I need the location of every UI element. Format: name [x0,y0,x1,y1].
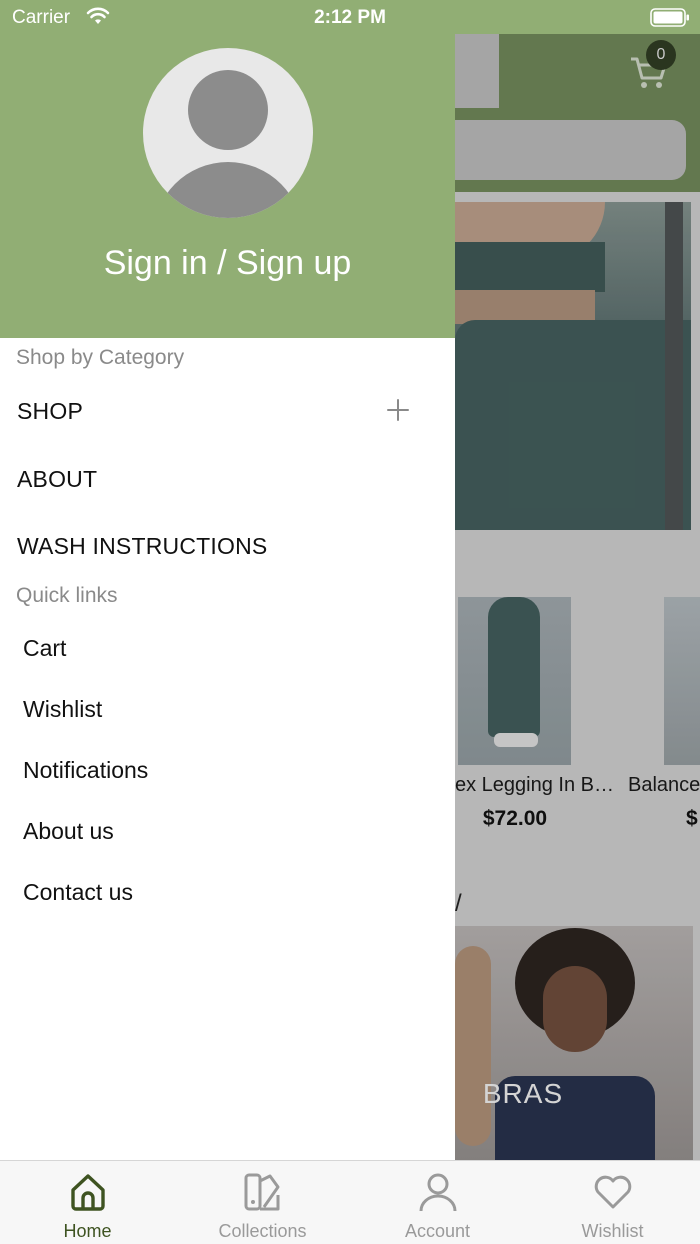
tab-collections[interactable]: Collections [175,1161,350,1244]
tab-label: Home [63,1221,112,1241]
drawer-header: Sign in / Sign up [0,34,455,338]
quick-link-label: Contact us [23,879,133,905]
quick-link-cart[interactable]: Cart [0,625,455,671]
tab-label: Collections [218,1221,307,1241]
plus-icon[interactable] [386,398,410,422]
quick-link-label: Notifications [23,757,149,783]
home-icon [71,1174,105,1211]
battery-icon [650,8,689,27]
avatar[interactable] [143,48,313,218]
quick-links-title: Quick links [16,584,118,607]
category-item-wash-instructions[interactable]: WASH INSTRUCTIONS [0,521,455,571]
clock: 2:12 PM [314,7,386,28]
quick-link-label: Cart [23,635,67,661]
sign-in-button[interactable]: Sign in / Sign up [0,244,455,283]
category-item-shop[interactable]: SHOP [0,386,455,436]
account-icon [419,1173,457,1212]
quick-link-contact-us[interactable]: Contact us [0,869,455,915]
quick-link-about-us[interactable]: About us [0,808,455,854]
tab-label: Account [404,1221,471,1241]
quick-link-notifications[interactable]: Notifications [0,747,455,793]
category-item-about[interactable]: ABOUT [0,454,455,504]
status-bar: Carrier 2:12 PM [0,0,700,34]
quick-link-wishlist[interactable]: Wishlist [0,686,455,732]
collections-icon [244,1173,280,1211]
category-item-label: WASH INSTRUCTIONS [17,533,268,559]
tab-home[interactable]: Home [0,1161,175,1244]
quick-link-label: About us [23,818,114,844]
heart-icon [594,1175,632,1209]
tab-bar: Home Collections Account Wishlist [0,1160,700,1244]
category-item-label: SHOP [17,398,83,424]
side-drawer: Sign in / Sign up Shop by Category SHOP … [0,34,455,1160]
category-item-label: ABOUT [17,466,98,492]
category-section-title: Shop by Category [16,346,185,369]
tab-account[interactable]: Account [350,1161,525,1244]
tab-label: Wishlist [581,1221,644,1241]
quick-link-label: Wishlist [23,696,103,722]
tab-wishlist[interactable]: Wishlist [525,1161,700,1244]
